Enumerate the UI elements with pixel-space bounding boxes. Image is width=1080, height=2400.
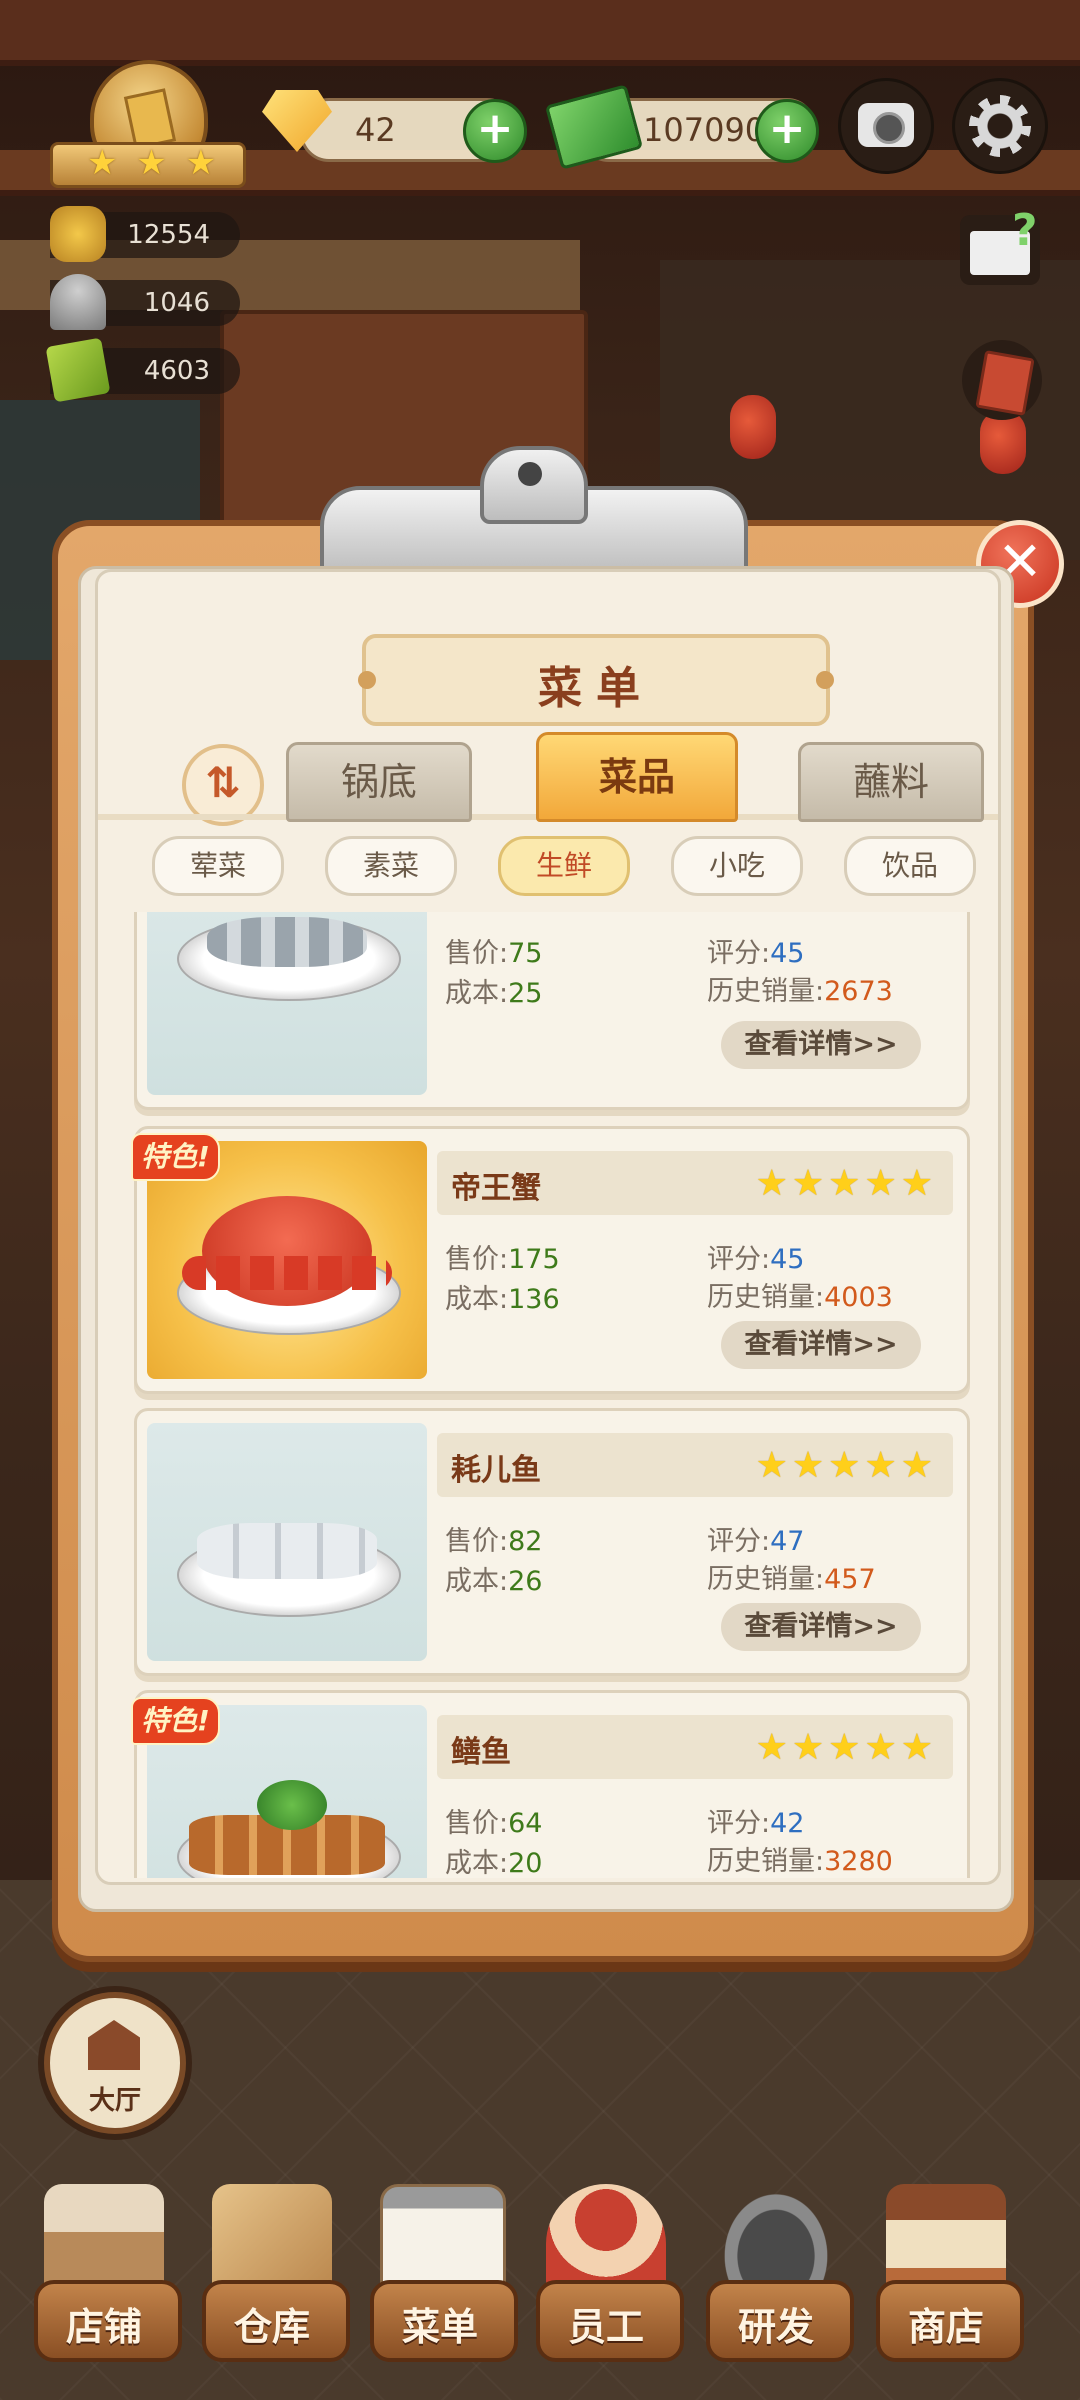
add-gems-button[interactable]: +	[463, 99, 527, 163]
nav-warehouse[interactable]: 仓库	[192, 2170, 352, 2390]
camera-button[interactable]	[838, 78, 934, 174]
dish-image	[147, 912, 427, 1095]
view-details-button[interactable]: 查看详情>>	[721, 1321, 921, 1369]
cost-row: 成本:26	[445, 1566, 543, 1597]
rating-row: 评分:45	[707, 1244, 805, 1275]
ribbon: ★ ★ ★	[50, 142, 246, 188]
dish-card[interactable]: 耗儿鱼 ★★★★★ 售价:82 成本:26 评分:47 历史销量:457 查看详…	[134, 1408, 970, 1676]
nav-label: 菜单	[401, 2305, 478, 2349]
leatherjacket-fish-icon	[197, 1523, 377, 1579]
stat-dishes-served: 1046	[50, 274, 240, 330]
gold-ingot-icon	[50, 206, 106, 262]
camera-icon	[858, 103, 914, 147]
nav-research[interactable]: 研发	[696, 2170, 856, 2390]
subtab-meat[interactable]: 荤菜	[152, 836, 284, 896]
page-title: 菜单	[538, 663, 654, 714]
dish-card[interactable]: 特色! 帝王蟹 ★★★★★ 售价:175 成本:136 评分:45 历史销量:4…	[131, 1126, 970, 1394]
stat-value: 4603	[143, 356, 210, 386]
stat-value: 12554	[127, 220, 210, 250]
king-crab-icon	[182, 1196, 392, 1306]
view-details-button[interactable]: 查看详情>>	[721, 1603, 921, 1651]
gem-counter: 42 +	[300, 98, 527, 163]
cloche-icon	[50, 274, 106, 330]
nav-label: 商店	[907, 2305, 984, 2349]
recipe-book-icon	[45, 337, 111, 403]
price-row: 售价:175	[445, 1244, 560, 1275]
stat-gold-ingot: 12554	[50, 206, 240, 262]
title-plaque: 菜单	[358, 634, 834, 726]
dish-name: 鳝鱼	[451, 1735, 511, 1770]
star-rating-icon: ★★★★★	[755, 1163, 937, 1204]
help-button[interactable]: ?	[960, 205, 1040, 285]
subtab-snacks[interactable]: 小吃	[671, 836, 803, 896]
nav-staff[interactable]: 员工	[526, 2170, 686, 2390]
gear-icon	[969, 95, 1031, 157]
dish-card[interactable]: 特色! 鳝鱼 ★★★★★ 售价:64 成本:20 评分:42 历史销量:3280…	[131, 1690, 970, 1878]
restaurant-level-badge[interactable]: ★ ★ ★	[50, 60, 246, 190]
cost-row: 成本:20	[445, 1848, 543, 1878]
clipboard-clip	[320, 446, 748, 584]
special-badge: 特色!	[131, 1133, 220, 1181]
stat-recipes: 4603	[45, 337, 240, 403]
subtab-seafood[interactable]: 生鲜	[498, 836, 630, 896]
rating-row: 评分:42	[707, 1808, 805, 1839]
stat-value: 1046	[143, 288, 210, 318]
hall-label: 大厅	[88, 2086, 141, 2116]
subtab-vegetable[interactable]: 素菜	[325, 836, 457, 896]
hall-icon	[88, 2020, 140, 2070]
menu-page: 菜单 ⇅ 锅底 菜品 蘸料 荤菜 素菜 生鲜 小吃 饮品 售价:75 成本:25…	[95, 569, 1001, 1885]
cost-row: 成本:25	[445, 978, 543, 1009]
tab-soup-base[interactable]: 锅底	[286, 742, 472, 822]
settings-button[interactable]	[952, 78, 1048, 174]
menu-clipboard: ✕ 菜单 ⇅ 锅底 菜品 蘸料 荤菜 素菜 生鲜 小吃 饮品 售价:75 成本:…	[52, 446, 1064, 1962]
rating-row: 评分:47	[707, 1526, 805, 1557]
dish-card[interactable]: 售价:75 成本:25 评分:45 历史销量:2673 查看详情>>	[134, 912, 970, 1110]
sales-row: 历史销量:2673	[707, 976, 893, 1007]
price-row: 售价:82	[445, 1526, 543, 1557]
star-rating-icon: ★★★★★	[755, 1727, 937, 1768]
gem-count: 42	[355, 111, 396, 149]
nav-label: 员工	[567, 2305, 644, 2349]
fish-dish-icon	[207, 917, 367, 967]
dish-name: 帝王蟹	[451, 1171, 541, 1206]
special-badge: 特色!	[131, 1697, 220, 1745]
rating-row: 评分:45	[707, 938, 805, 969]
nav-menu[interactable]: 菜单	[360, 2170, 520, 2390]
sales-row: 历史销量:3280	[707, 1846, 893, 1877]
dish-name: 耗儿鱼	[451, 1453, 541, 1488]
tab-dipping-sauce[interactable]: 蘸料	[798, 742, 984, 822]
nav-label: 店铺	[65, 2305, 142, 2349]
dish-name-bar: 鳝鱼 ★★★★★	[437, 1715, 953, 1779]
star-rating-icon: ★★★★★	[755, 1445, 937, 1486]
price-row: 售价:75	[445, 938, 543, 969]
tab-dishes[interactable]: 菜品	[536, 732, 738, 822]
sales-row: 历史销量:457	[707, 1564, 876, 1595]
paper-stack: 菜单 ⇅ 锅底 菜品 蘸料 荤菜 素菜 生鲜 小吃 饮品 售价:75 成本:25…	[78, 566, 1014, 1912]
view-details-button[interactable]: 查看详情>>	[721, 1021, 921, 1069]
sales-row: 历史销量:4003	[707, 1282, 893, 1313]
hall-button[interactable]: 大厅	[44, 1992, 186, 2134]
subtab-drinks[interactable]: 饮品	[844, 836, 976, 896]
dish-image	[147, 1423, 427, 1661]
star-rating-icon: ★ ★ ★	[87, 143, 221, 183]
cash-amount: 107090	[643, 111, 766, 149]
help-question-icon: ?	[1012, 205, 1038, 256]
nav-store[interactable]: 商店	[866, 2170, 1026, 2390]
dish-name-bar: 耗儿鱼 ★★★★★	[437, 1433, 953, 1497]
add-cash-button[interactable]: +	[755, 99, 819, 163]
cost-row: 成本:136	[445, 1284, 560, 1315]
nav-label: 仓库	[233, 2305, 310, 2349]
ceiling-beam	[0, 0, 1080, 66]
nav-shop[interactable]: 店铺	[24, 2170, 184, 2390]
price-row: 售价:64	[445, 1808, 543, 1839]
red-book-icon[interactable]	[962, 340, 1042, 420]
dish-name-bar: 帝王蟹 ★★★★★	[437, 1151, 953, 1215]
dish-list[interactable]: 售价:75 成本:25 评分:45 历史销量:2673 查看详情>> 特色! 帝…	[118, 912, 978, 1878]
nav-label: 研发	[737, 2305, 814, 2349]
